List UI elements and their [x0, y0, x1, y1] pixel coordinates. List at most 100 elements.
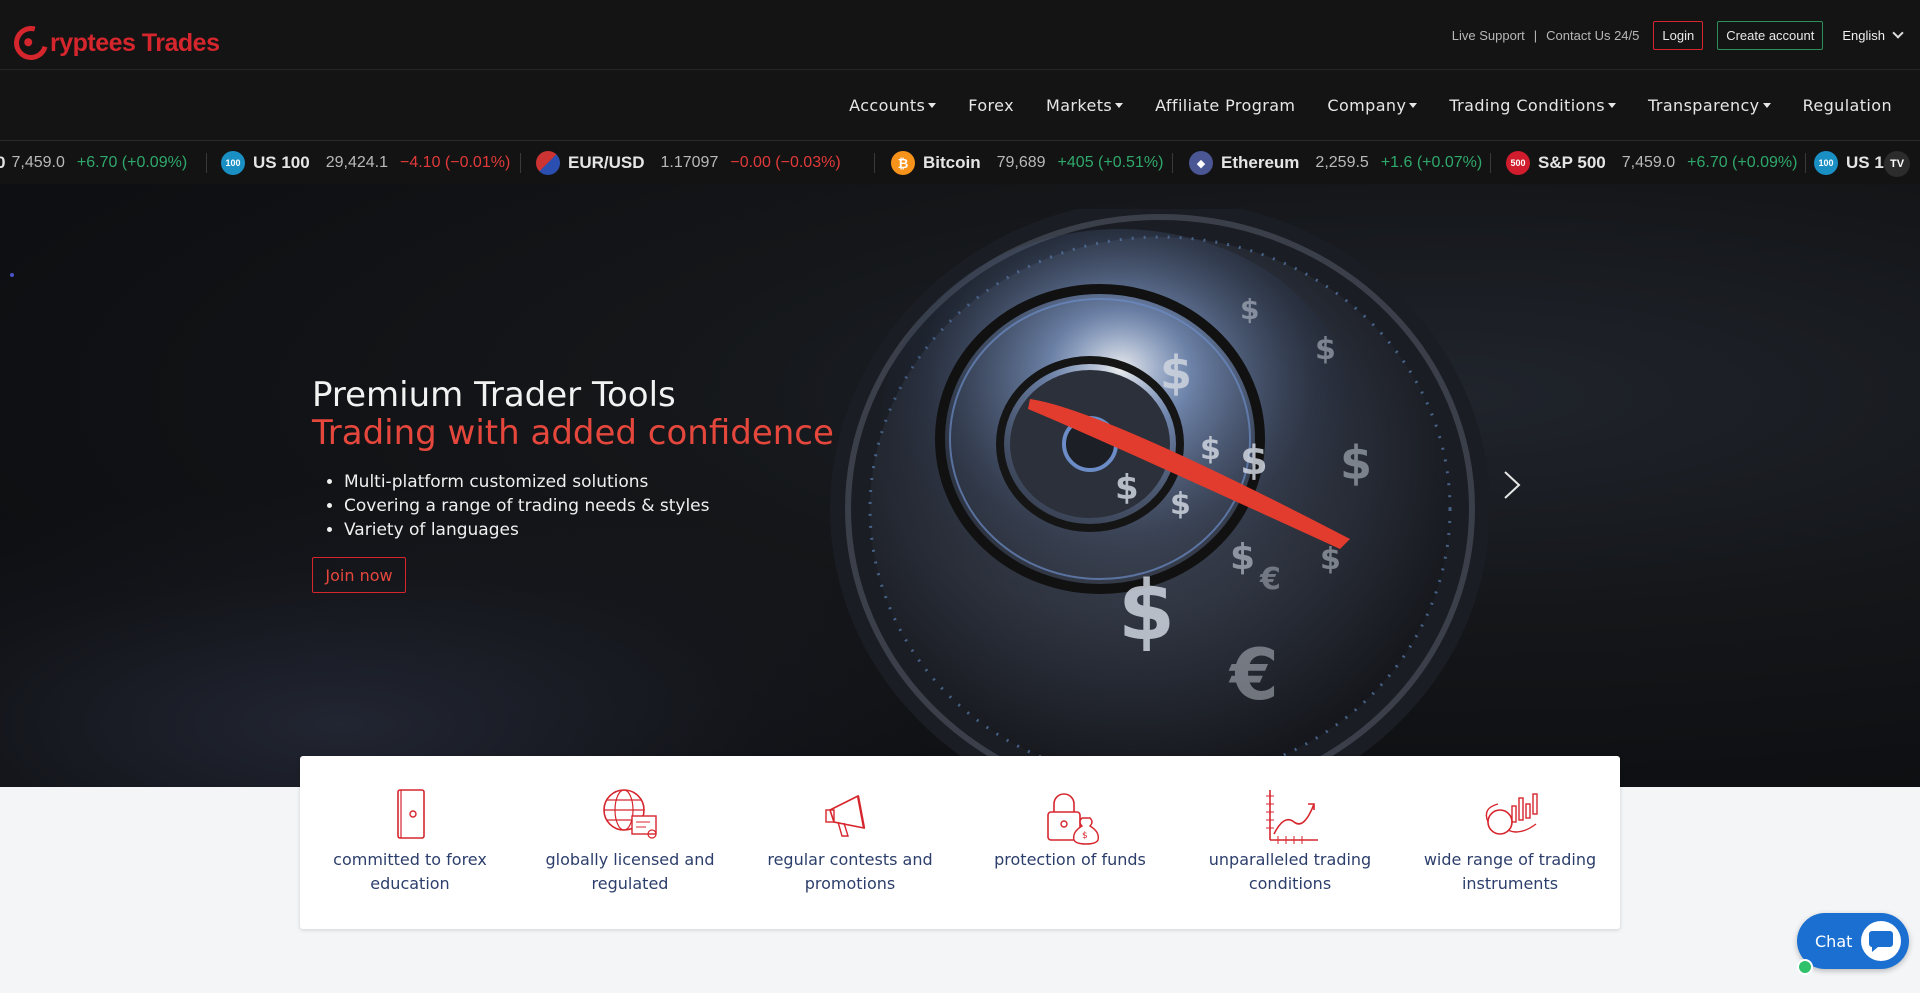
hero-bullet: Covering a range of trading needs & styl… [344, 494, 710, 518]
nav-affiliate[interactable]: Affiliate Program [1155, 96, 1295, 115]
ticker-divider [1805, 153, 1806, 173]
nav-accounts-label: Accounts [849, 95, 926, 115]
svg-text:$: $ [1200, 432, 1221, 467]
online-status-indicator [1797, 959, 1813, 975]
ticker-name: S&P 500 [1538, 153, 1606, 172]
live-support-link[interactable]: Live Support [1452, 28, 1525, 43]
ticker-name: Bitcoin [923, 153, 981, 172]
svg-text:$: $ [1240, 438, 1268, 484]
ticker-item[interactable]: ₿ Bitcoin 79,689 +405 (+0.51%) [891, 141, 1163, 185]
ticker-name: US 1 [1846, 153, 1884, 172]
hero-bullet: Multi-platform customized solutions [344, 470, 710, 494]
nav-company[interactable]: Company [1327, 96, 1418, 115]
svg-text:€: € [1228, 634, 1279, 716]
ticker-change: +6.70 (+0.09%) [1687, 154, 1798, 171]
language-select[interactable]: English [1842, 27, 1904, 43]
svg-text:$: $ [1082, 831, 1088, 841]
ticker-item[interactable]: 500 S&P 500 7,459.0 +6.70 (+0.09%) [1506, 141, 1797, 185]
caret-down-icon [1409, 103, 1418, 108]
login-button[interactable]: Login [1653, 20, 1704, 50]
caret-down-icon [1762, 103, 1771, 108]
brand-logo[interactable]: ryptees Trades [7, 19, 220, 67]
language-label: English [1842, 27, 1885, 43]
contact-link[interactable]: Contact Us 24/5 [1546, 28, 1639, 43]
ticker-divider [206, 153, 207, 173]
top-links: Live Support | Contact Us 24/5 Login Cre… [1452, 20, 1920, 50]
nav-markets[interactable]: Markets [1045, 95, 1124, 115]
speedometer-illustration-icon: $ $ $ $ $ $ $ $ $ $ $ € € [830, 209, 1490, 787]
ticker-item[interactable]: 100 US 100 29,424.1 −4.10 (−0.01%) [221, 141, 510, 185]
join-now-button[interactable]: Join now [312, 557, 406, 593]
svg-text:$: $ [1115, 468, 1139, 508]
ticker-item[interactable]: ◆ Ethereum 2,259.5 +1.6 (+0.07%) [1189, 141, 1482, 185]
ticker-divider [1172, 153, 1173, 173]
feature-label: globally licensed and regulated [545, 850, 715, 893]
svg-text:$: $ [1230, 537, 1255, 578]
hero-subtitle: Trading with added confidence [312, 413, 834, 453]
svg-text:$: $ [1118, 564, 1175, 659]
feature-label: protection of funds [994, 850, 1146, 869]
ticker-name: Ethereum [1221, 153, 1300, 172]
svg-text:$: $ [1160, 346, 1192, 400]
feature-instruments[interactable]: wide range of trading instruments [1400, 756, 1620, 929]
tradingview-logo-icon[interactable]: TV [1884, 151, 1910, 177]
chat-widget-button[interactable]: Chat [1797, 913, 1909, 975]
ticker-item[interactable]: 0 7,459.0 +6.70 (+0.09%) [0, 141, 187, 185]
top-separator: | [1533, 27, 1538, 43]
feature-conditions[interactable]: unparalleled trading conditions [1180, 756, 1400, 929]
hero-carousel: $ $ $ $ $ $ $ $ $ $ $ € € Premium Trader… [0, 184, 1920, 787]
svg-text:$: $ [1315, 332, 1336, 367]
lock-moneybag-icon: $ [1047, 793, 1100, 845]
globe-certificate-icon [603, 789, 657, 839]
nav-forex[interactable]: Forex [968, 96, 1014, 115]
instruments-icon [1485, 793, 1538, 835]
ticker-change: +405 (+0.51%) [1057, 154, 1164, 171]
nav-trading-conditions[interactable]: Trading Conditions [1449, 96, 1617, 115]
ticker-change: +6.70 (+0.09%) [76, 154, 188, 171]
nav-transparency[interactable]: Transparency [1648, 96, 1771, 115]
price-ticker: 0 7,459.0 +6.70 (+0.09%) 100 US 100 29,4… [0, 140, 1920, 185]
ticker-name: EUR/USD [568, 153, 645, 172]
feature-protection[interactable]: $ protection of funds [960, 756, 1180, 929]
ethereum-icon: ◆ [1189, 151, 1213, 175]
create-account-button[interactable]: Create account [1717, 20, 1824, 50]
nasdaq-icon: 100 [1814, 151, 1838, 175]
ticker-value: 79,689 [996, 154, 1046, 171]
nav-markets-label: Markets [1045, 95, 1113, 115]
features-panel: committed to forex education globally li… [300, 756, 1620, 929]
hero-bullet: Variety of languages [344, 518, 710, 542]
ticker-item[interactable]: EUR/USD 1.17097 −0.00 (−0.03%) [536, 141, 841, 185]
hero-bullets: Multi-platform customized solutions Cove… [312, 470, 710, 542]
nav-regulation[interactable]: Regulation [1803, 96, 1892, 115]
nav-accounts[interactable]: Accounts [849, 95, 937, 115]
feature-label: wide range of trading instruments [1423, 850, 1597, 893]
svg-text:$: $ [1340, 436, 1372, 490]
chat-label: Chat [1815, 931, 1853, 951]
svg-text:$: $ [1170, 487, 1191, 522]
chevron-down-icon [1892, 27, 1904, 39]
nav-transparency-label: Transparency [1648, 95, 1760, 115]
top-bar: ryptees Trades Live Support | Contact Us… [0, 0, 1920, 70]
ticker-value: 1.17097 [660, 154, 719, 171]
feature-label: regular contests and promotions [767, 850, 933, 893]
caret-down-icon [1115, 103, 1124, 108]
logo-mark-icon [7, 19, 55, 67]
caret-down-icon [1608, 103, 1617, 108]
logo-text: ryptees Trades [50, 28, 220, 57]
hero-title: Premium Trader Tools [312, 375, 676, 415]
eurusd-flag-icon [536, 151, 560, 175]
ticker-change: −4.10 (−0.01%) [399, 154, 511, 171]
feature-licensed[interactable]: globally licensed and regulated [520, 756, 740, 929]
carousel-next-arrow-icon[interactable] [1500, 470, 1524, 500]
feature-contests[interactable]: regular contests and promotions [740, 756, 960, 929]
svg-text:€: € [1259, 562, 1281, 597]
ticker-value: 7,459.0 [11, 154, 65, 171]
ticker-value: 29,424.1 [325, 154, 388, 171]
nav-regulation-label: Regulation [1802, 95, 1892, 115]
carousel-dot[interactable] [10, 273, 14, 277]
feature-education[interactable]: committed to forex education [300, 756, 520, 929]
ticker-name: US 100 [253, 153, 310, 172]
chart-icon [1266, 790, 1318, 844]
ticker-divider [520, 153, 521, 173]
nasdaq-icon: 100 [221, 151, 245, 175]
